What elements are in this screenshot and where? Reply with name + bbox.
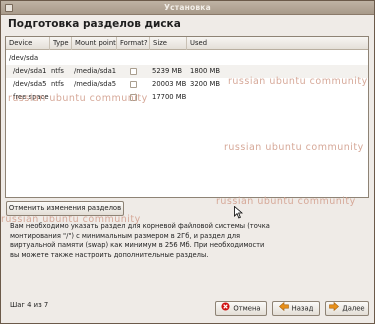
size-cell: 17700 MB	[152, 93, 187, 101]
mount-cell: /media/sda1	[74, 67, 117, 75]
cancel-button[interactable]: Отмена	[215, 301, 267, 316]
table-row[interactable]: /dev/sda	[6, 52, 368, 65]
type-cell: ntfs	[51, 80, 64, 88]
used-cell: 3200 MB	[190, 80, 220, 88]
format-checkbox[interactable]	[130, 68, 137, 75]
watermark-text: russian ubuntu community	[224, 142, 364, 153]
device-cell: /dev/sda1	[13, 67, 47, 75]
mount-cell: /media/sda5	[74, 80, 117, 88]
undo-partition-changes-button[interactable]: Отменить изменения разделов	[6, 201, 124, 216]
step-indicator: Шаг 4 из 7	[10, 301, 49, 309]
forward-button[interactable]: Далее	[325, 301, 369, 316]
info-text: Вам необходимо указать раздел для корнев…	[10, 222, 270, 259]
used-cell: 1800 MB	[190, 67, 220, 75]
cancel-button-label: Отмена	[233, 304, 261, 313]
arrow-right-icon	[329, 301, 340, 316]
cancel-icon	[221, 302, 230, 316]
column-header-type[interactable]: Type	[50, 37, 72, 50]
watermark-text: russian ubuntu community	[8, 93, 148, 104]
title-bar[interactable]: Установка	[1, 1, 374, 15]
table-header: Device Type Mount point Format? Size Use…	[6, 37, 368, 50]
column-header-mount-point[interactable]: Mount point	[72, 37, 117, 50]
device-cell: /dev/sda5	[13, 80, 47, 88]
type-cell: ntfs	[51, 67, 64, 75]
page-title: Подготовка разделов диска	[8, 18, 181, 30]
size-cell: 5239 MB	[152, 67, 182, 75]
column-header-used[interactable]: Used	[187, 37, 368, 50]
installer-window: Установка Подготовка разделов диска Devi…	[0, 0, 375, 324]
undo-button-label: Отменить изменения разделов	[8, 204, 122, 212]
arrow-left-icon	[278, 301, 289, 316]
back-button[interactable]: Назад	[272, 301, 320, 316]
window-title: Установка	[164, 3, 211, 12]
partition-table[interactable]: Device Type Mount point Format? Size Use…	[5, 36, 369, 198]
column-header-device[interactable]: Device	[6, 37, 50, 50]
watermark-text: russian ubuntu community	[228, 76, 368, 87]
mouse-cursor-icon	[234, 205, 244, 221]
forward-button-label: Далее	[342, 304, 365, 313]
format-checkbox[interactable]	[130, 81, 137, 88]
column-header-size[interactable]: Size	[150, 37, 187, 50]
column-header-format[interactable]: Format?	[117, 37, 150, 50]
back-button-label: Назад	[291, 304, 314, 313]
size-cell: 20003 MB	[152, 80, 187, 88]
disk-label: /dev/sda	[9, 54, 39, 62]
